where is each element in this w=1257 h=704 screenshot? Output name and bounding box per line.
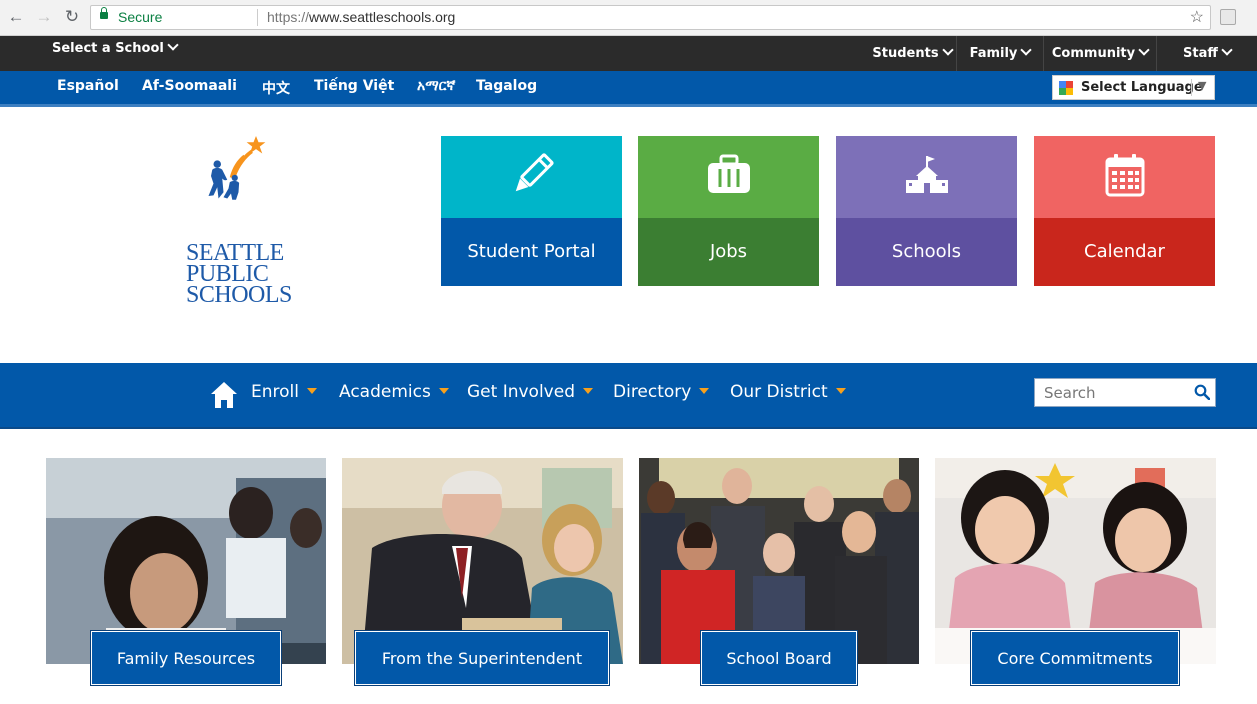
nav-our-district-label: Our District [730, 382, 828, 402]
lock-icon [100, 7, 108, 19]
back-arrow-icon[interactable]: ← [5, 6, 27, 28]
nav-enroll[interactable]: Enroll [251, 382, 317, 402]
tile-schools[interactable]: Schools [836, 136, 1017, 286]
select-school-label: Select a School [52, 41, 164, 56]
search-icon[interactable] [1194, 384, 1210, 400]
reload-icon[interactable]: ↻ [61, 6, 83, 28]
briefcase-icon [708, 154, 750, 193]
language-link-amharic[interactable]: አማርኛ [417, 78, 455, 94]
nav-directory[interactable]: Directory [613, 382, 710, 402]
extension-icon[interactable] [1220, 9, 1236, 25]
select-language-dropdown[interactable]: Select Language ▼ [1052, 75, 1215, 100]
audience-nav: Students Family Community Staff [868, 36, 1257, 71]
card-family-resources[interactable]: Family Resources [46, 458, 326, 686]
audience-family-label: Family [969, 46, 1018, 61]
audience-family[interactable]: Family [956, 36, 1043, 71]
select-language-label: Select Language [1081, 80, 1203, 95]
audience-students[interactable]: Students [868, 36, 956, 71]
chevron-down-icon [1138, 44, 1150, 56]
language-link-chinese[interactable]: 中文 [262, 78, 290, 98]
tile-top [638, 136, 819, 218]
secure-label: Secure [118, 9, 163, 25]
search-box [1034, 378, 1216, 407]
caret-down-icon [835, 388, 846, 394]
card-family-resources-label: Family Resources [90, 630, 282, 686]
home-icon[interactable] [210, 381, 238, 409]
schoolhouse-icon [906, 156, 948, 193]
url-host: www.seattleschools.org [309, 9, 456, 25]
tile-jobs-label: Jobs [638, 218, 819, 286]
chevron-down-icon [1020, 44, 1033, 56]
google-translate-icon [1059, 81, 1073, 95]
language-link-vietnamese[interactable]: Tiếng Việt [314, 78, 394, 94]
url-separator [257, 9, 258, 26]
browser-toolbar: ← → ↻ Secure https://www.seattleschools.… [0, 0, 1257, 36]
audience-staff[interactable]: Staff [1156, 36, 1257, 71]
utility-bar: Select a School Students Family Communit… [0, 36, 1257, 71]
caret-down-icon [306, 388, 317, 394]
caret-down-icon [699, 388, 710, 394]
bookmark-star-icon[interactable]: ☆ [1190, 7, 1204, 27]
card-core-commitments[interactable]: Core Commitments [935, 458, 1216, 686]
tile-top [1034, 136, 1215, 218]
language-link-spanish[interactable]: Español [57, 78, 119, 94]
url-scheme: https:// [267, 9, 310, 25]
search-input[interactable] [1035, 379, 1194, 406]
card-from-the-superintendent-label: From the Superintendent [354, 630, 610, 686]
audience-community[interactable]: Community [1043, 36, 1156, 71]
tile-calendar-label: Calendar [1034, 218, 1215, 286]
nav-directory-label: Directory [613, 382, 692, 402]
chevron-down-icon [167, 39, 179, 51]
tile-top [836, 136, 1017, 218]
nav-get-involved-label: Get Involved [467, 382, 575, 402]
language-link-somali[interactable]: Af-Soomaali [142, 78, 237, 94]
calendar-icon [1105, 154, 1145, 197]
audience-students-label: Students [872, 46, 939, 61]
tile-schools-label: Schools [836, 218, 1017, 286]
select-school-dropdown[interactable]: Select a School [52, 39, 179, 56]
tile-student-portal[interactable]: Student Portal [441, 136, 622, 286]
tile-top [441, 136, 622, 218]
caret-down-icon [583, 388, 593, 394]
nav-academics[interactable]: Academics [339, 382, 449, 402]
nav-our-district[interactable]: Our District [730, 382, 846, 402]
tile-calendar[interactable]: Calendar [1034, 136, 1215, 286]
chevron-down-icon [941, 44, 954, 56]
language-link-tagalog[interactable]: Tagalog [476, 78, 537, 94]
logo-line-3: SCHOOLS [186, 282, 292, 308]
card-school-board[interactable]: School Board [639, 458, 919, 686]
main-navigation: Enroll Academics Get Involved Directory … [0, 363, 1257, 429]
district-logo[interactable] [186, 136, 286, 246]
dropdown-separator [1191, 79, 1192, 96]
card-from-the-superintendent[interactable]: From the Superintendent [342, 458, 623, 686]
caret-down-icon [438, 388, 449, 394]
tile-jobs[interactable]: Jobs [638, 136, 819, 286]
card-core-commitments-label: Core Commitments [970, 630, 1180, 686]
audience-staff-label: Staff [1183, 46, 1218, 61]
nav-academics-label: Academics [339, 382, 431, 402]
card-school-board-label: School Board [700, 630, 858, 686]
nav-get-involved[interactable]: Get Involved [467, 382, 593, 402]
nav-enroll-label: Enroll [251, 382, 299, 402]
language-bar: Español Af-Soomaali 中文 Tiếng Việt አማርኛ T… [0, 71, 1257, 107]
address-bar[interactable]: Secure https://www.seattleschools.org ☆ [90, 5, 1211, 30]
dropdown-arrow-icon: ▼ [1198, 79, 1207, 92]
url-text: https://www.seattleschools.org [267, 9, 455, 25]
chevron-down-icon [1221, 44, 1233, 56]
tile-student-portal-label: Student Portal [441, 218, 622, 286]
forward-arrow-icon[interactable]: → [33, 6, 55, 28]
pencil-icon [515, 153, 554, 192]
audience-community-label: Community [1051, 46, 1136, 61]
logo-wordmark[interactable]: SEATTLE PUBLIC SCHOOLS [186, 241, 292, 308]
